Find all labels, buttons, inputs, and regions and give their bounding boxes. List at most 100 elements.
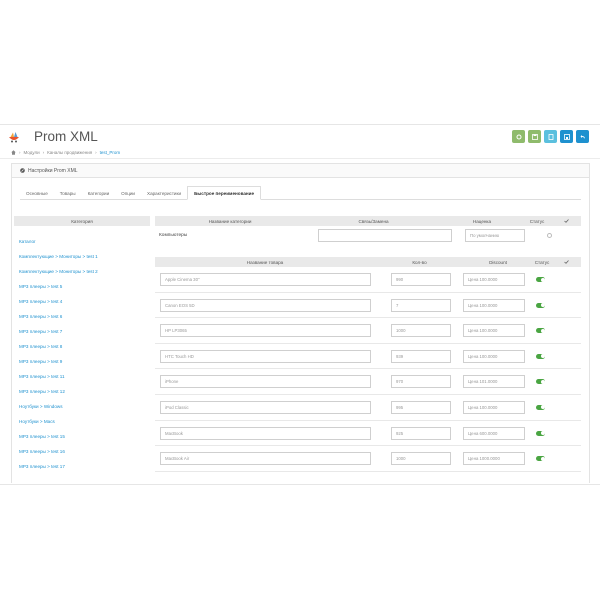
category-link[interactable]: MP3 плееры > test 11 (19, 369, 151, 384)
product-row: Apple Cinema 30" 990 Цена 100.0000 (155, 267, 581, 293)
category-link[interactable]: Комплектующие > Мониторы > test 2 (19, 264, 151, 279)
quantity-input[interactable]: 990 (391, 273, 451, 286)
product-row: Canon EOS 5D 7 Цена 100.0000 (155, 293, 581, 319)
tab-general[interactable]: Основные (20, 186, 54, 200)
quantity-input[interactable]: 1000 (391, 324, 451, 338)
column-product-name: Название товара (246, 259, 284, 265)
quantity-input[interactable]: 995 (391, 400, 451, 414)
product-name-input[interactable]: Apple Cinema 30" (160, 273, 371, 286)
category-link[interactable]: MP3 плееры > test 12 (19, 384, 151, 399)
status-toggle[interactable] (536, 328, 545, 334)
discount-input[interactable]: Цена 1000.0000 (463, 452, 525, 466)
page-title: Prom XML (34, 129, 98, 144)
column-status: Статус (534, 259, 550, 265)
bottom-border (0, 484, 600, 485)
save-close-button[interactable] (560, 130, 573, 143)
quantity-input[interactable]: 925 (391, 426, 451, 440)
category-row: Компьютеры По умолчанию (155, 226, 581, 248)
breadcrumb-separator: › (42, 150, 45, 155)
discount-input[interactable]: Цена 100.0000 (463, 349, 525, 363)
product-row: HTC Touch HD 939 Цена 100.0000 (155, 344, 581, 370)
product-name-input[interactable]: iPod Classic (160, 400, 371, 414)
category-link[interactable]: Комплектующие > Мониторы > test 1 (19, 249, 151, 264)
opencart-logo (9, 132, 19, 143)
status-toggle[interactable] (536, 353, 545, 359)
product-name-input[interactable]: iPhone (160, 375, 371, 389)
category-status-radio[interactable] (547, 233, 552, 238)
product-name-input[interactable]: HP LP3065 (160, 324, 371, 338)
settings-panel: Настройки Prom XML Основные Товары Катег… (11, 163, 590, 483)
product-name-input[interactable]: MacBook Air (160, 452, 371, 466)
products-rename-table: Название товара Кол-во Discount Статус A… (155, 257, 581, 472)
status-toggle[interactable] (536, 430, 545, 436)
save-button[interactable] (528, 130, 541, 143)
breadcrumb-separator: › (95, 150, 97, 155)
product-row: iPhone 970 Цена 101.0000 (155, 369, 581, 395)
category-rename-table: Название категории Связь/Замена Наценка … (155, 216, 581, 248)
tab-products[interactable]: Товары (54, 186, 82, 200)
category-name: Компьютеры (159, 233, 188, 238)
breadcrumb-item-feeds[interactable]: Каналы продвижения (47, 150, 92, 155)
breadcrumb-item-current[interactable]: test_Prom (100, 150, 121, 155)
status-toggle[interactable] (536, 379, 545, 385)
category-link[interactable]: MP3 плееры > test 17 (19, 459, 151, 474)
categories-header: Категория (14, 216, 150, 226)
check-icon[interactable] (552, 216, 581, 226)
column-markup: Наценка (472, 218, 492, 224)
quantity-input[interactable]: 1000 (391, 452, 451, 466)
copy-icon (548, 133, 553, 140)
markup-input[interactable]: По умолчанию (465, 229, 525, 242)
category-link[interactable]: MP3 плееры > test 8 (19, 339, 151, 354)
quantity-input[interactable]: 939 (391, 349, 451, 363)
category-link[interactable]: MP3 плееры > test 16 (19, 444, 151, 459)
home-icon[interactable] (11, 150, 16, 155)
product-row: iPod Classic 995 Цена 100.0000 (155, 395, 581, 421)
products-table-header: Название товара Кол-во Discount Статус (155, 257, 581, 267)
discount-input[interactable]: Цена 101.0000 (463, 375, 525, 389)
category-link[interactable]: Ноутбуки > Windows (19, 399, 151, 414)
quantity-input[interactable]: 7 (391, 298, 451, 312)
category-link[interactable]: Каталог (19, 234, 151, 249)
back-button[interactable] (576, 130, 589, 143)
discount-input[interactable]: Цена 100.0000 (463, 273, 525, 286)
tab-options[interactable]: Опции (115, 186, 141, 200)
check-icon[interactable] (552, 257, 581, 267)
status-toggle[interactable] (536, 404, 545, 410)
category-link[interactable]: MP3 плееры > test 15 (19, 429, 151, 444)
column-category-name: Название категории (208, 218, 252, 224)
tab-quick-rename[interactable]: Быстрое переименование (187, 186, 262, 200)
discount-input[interactable]: Цена 100.0000 (463, 400, 525, 414)
category-link[interactable]: MP3 плееры > test 5 (19, 279, 151, 294)
category-link[interactable]: MP3 плееры > test 6 (19, 309, 151, 324)
category-link[interactable]: Ноутбуки > Macs (19, 414, 151, 429)
column-quantity: Кол-во (412, 259, 427, 265)
header-divider (0, 158, 600, 159)
status-toggle[interactable] (536, 277, 545, 282)
discount-input[interactable]: Цена 100.0000 (463, 298, 525, 312)
product-name-input[interactable]: HTC Touch HD (160, 349, 371, 363)
category-link[interactable]: MP3 плееры > test 9 (19, 354, 151, 369)
product-name-input[interactable]: MacBook (160, 426, 371, 440)
copy-button[interactable] (544, 130, 557, 143)
product-name-input[interactable]: Canon EOS 5D (160, 298, 371, 312)
category-link[interactable]: MP3 плееры > test 7 (19, 324, 151, 339)
breadcrumb-item-modules[interactable]: Модули (24, 150, 40, 155)
status-toggle[interactable] (536, 302, 545, 308)
quantity-input[interactable]: 970 (391, 375, 451, 389)
category-table-header: Название категории Связь/Замена Наценка … (155, 216, 581, 226)
column-status: Статус (529, 218, 545, 224)
categories-list: Каталог Комплектующие > Мониторы > test … (19, 234, 151, 474)
product-row: MacBook Air 1000 Цена 1000.0000 (155, 446, 581, 472)
save-stay-button[interactable] (512, 130, 525, 143)
tab-attributes[interactable]: Характеристики (141, 186, 187, 200)
top-border (0, 124, 600, 125)
product-row: HP LP3065 1000 Цена 100.0000 (155, 318, 581, 344)
tab-categories[interactable]: Категории (82, 186, 116, 200)
status-toggle[interactable] (536, 456, 545, 462)
discount-input[interactable]: Цена 100.0000 (463, 324, 525, 338)
category-link-input[interactable] (318, 229, 452, 242)
pencil-icon (20, 168, 25, 173)
discount-input[interactable]: Цена 600.0000 (463, 426, 525, 440)
category-link[interactable]: MP3 плееры > test 4 (19, 294, 151, 309)
breadcrumb: › Модули › Каналы продвижения › test_Pro… (11, 150, 120, 155)
